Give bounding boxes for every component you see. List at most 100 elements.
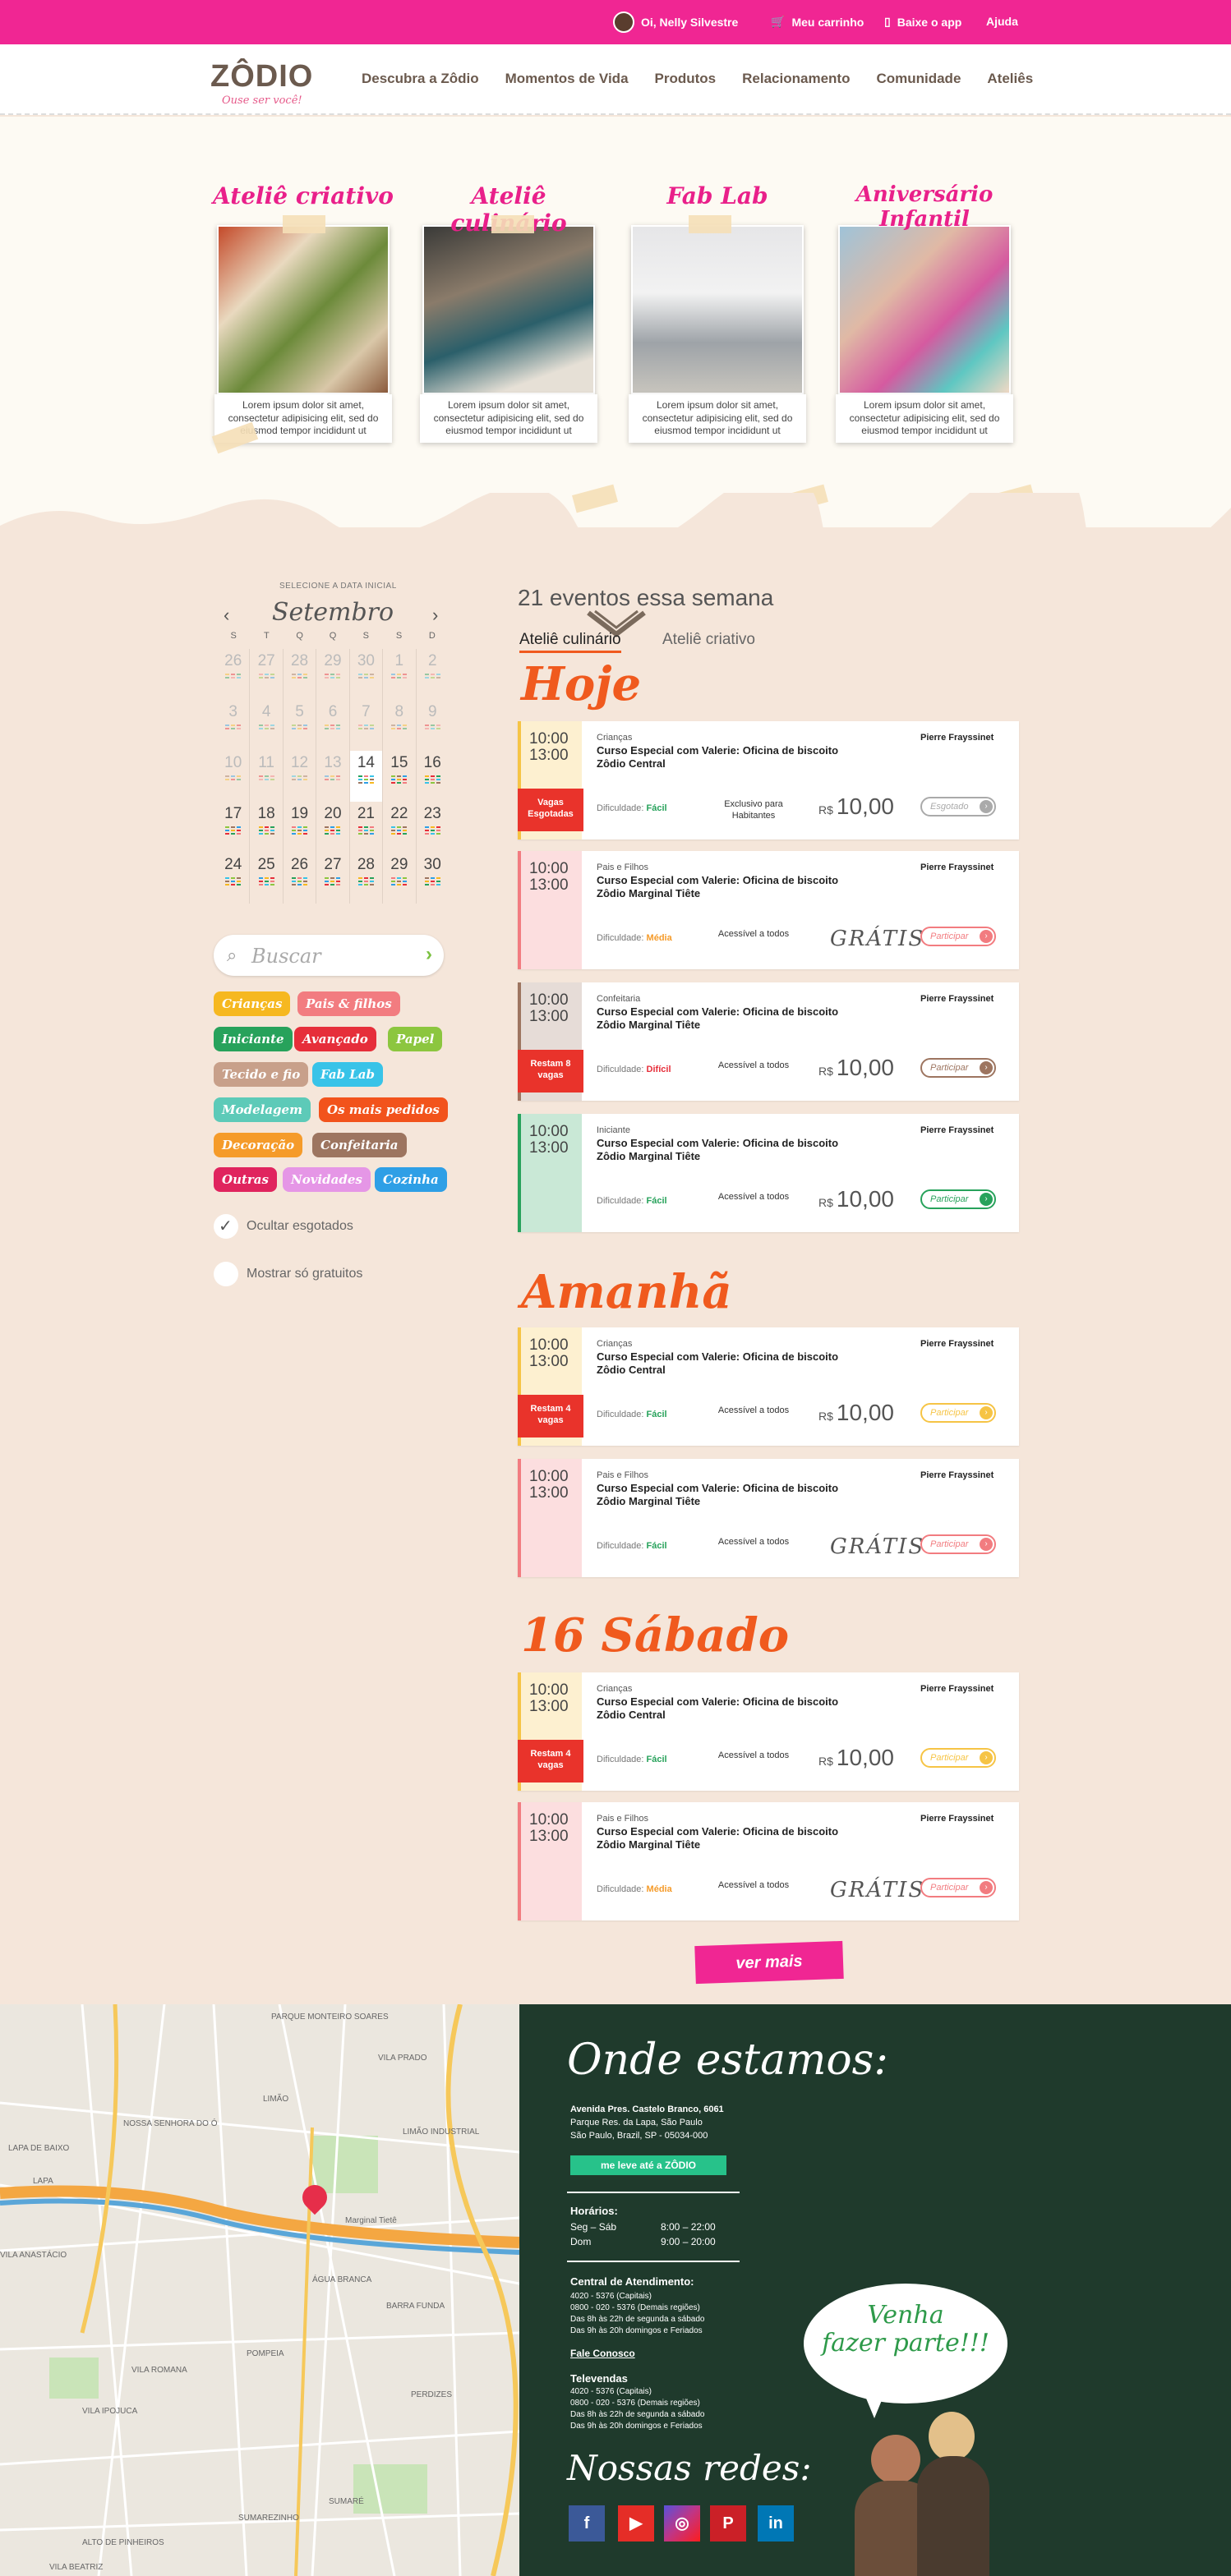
user-greeting[interactable]: Oi, Nelly Silvestre <box>613 12 738 33</box>
tag-avancado[interactable]: Avançado <box>294 1027 376 1051</box>
calendar-day[interactable]: 25 <box>250 853 284 904</box>
event-category: Iniciante <box>597 1125 630 1135</box>
logo[interactable]: ZÔDIO Ouse ser você! <box>210 59 313 107</box>
tag-pais-filhos[interactable]: Pais & filhos <box>297 991 400 1016</box>
search-box[interactable]: ⌕ Buscar › <box>214 935 444 976</box>
nav-item-relationship[interactable]: Relacionamento <box>742 71 850 87</box>
calendar-day[interactable]: 13 <box>316 751 350 802</box>
calendar-day[interactable]: 26 <box>284 853 317 904</box>
event-card[interactable]: 10:00 13:00 Restam 4 vagas Crianças Curso Es… <box>518 1672 1019 1791</box>
calendar-day[interactable]: 17 <box>217 802 251 853</box>
tag-papel[interactable]: Papel <box>388 1027 443 1051</box>
calendar-day[interactable]: 5 <box>284 700 317 751</box>
calendar-day[interactable]: 24 <box>217 853 251 904</box>
participate-button[interactable]: Participar › <box>920 1403 996 1423</box>
tag-iniciante[interactable]: Iniciante <box>214 1027 293 1051</box>
calendar-day[interactable]: 11 <box>250 751 284 802</box>
calendar-day[interactable]: 2 <box>417 649 449 700</box>
participate-button[interactable]: Participar › <box>920 1058 996 1078</box>
calendar-day[interactable]: 22 <box>383 802 417 853</box>
linkedin-icon[interactable]: in <box>758 2505 794 2542</box>
nav-item-discover[interactable]: Descubra a Zôdio <box>362 71 479 87</box>
only-free-checkbox[interactable] <box>214 1262 238 1286</box>
see-more-button[interactable]: ver mais <box>694 1940 844 1985</box>
calendar-day[interactable]: 16 <box>417 751 449 802</box>
participate-button[interactable]: Participar › <box>920 1878 996 1898</box>
tag-novidades[interactable]: Novidades <box>283 1167 371 1192</box>
calendar-day[interactable]: 7 <box>350 700 384 751</box>
nav-item-moments[interactable]: Momentos de Vida <box>505 71 629 87</box>
calendar-day[interactable]: 9 <box>417 700 449 751</box>
event-card[interactable]: 10:00 13:00 Pais e Filhos Curso Especial co… <box>518 851 1019 969</box>
directions-button[interactable]: me leve até a ZÔDIO <box>570 2155 726 2175</box>
calendar-day[interactable]: 20 <box>316 802 350 853</box>
participate-button[interactable]: Participar › <box>920 1189 996 1209</box>
calendar-day[interactable]: 30 <box>417 853 449 904</box>
calendar-day[interactable]: 8 <box>383 700 417 751</box>
contact-link[interactable]: Fale Conosco <box>570 2348 635 2359</box>
hero-card-fablab[interactable]: Fab Lab Lorem ipsum dolor sit amet, cons… <box>623 182 828 513</box>
event-card[interactable]: 10:00 13:00 Pais e Filhos Curso Especial co… <box>518 1802 1019 1920</box>
calendar-day[interactable]: 14 <box>349 751 384 802</box>
calendar-day[interactable]: 15 <box>383 751 417 802</box>
calendar-day[interactable]: 1 <box>383 649 417 700</box>
pinterest-icon[interactable]: P <box>710 2505 746 2542</box>
calendar-day[interactable]: 10 <box>217 751 251 802</box>
help-link[interactable]: Ajuda <box>986 15 1018 28</box>
event-card[interactable]: 10:00 13:00 Restam 4 vagas Crianças Curso Es… <box>518 1327 1019 1446</box>
tag-confeitaria[interactable]: Confeitaria <box>312 1133 407 1157</box>
search-input[interactable]: Buscar <box>251 945 321 968</box>
calendar-day[interactable]: 6 <box>316 700 350 751</box>
calendar-day[interactable]: 28 <box>284 649 317 700</box>
nav-item-products[interactable]: Produtos <box>655 71 717 87</box>
youtube-icon[interactable]: ▶ <box>618 2505 654 2542</box>
facebook-icon[interactable]: f <box>569 2505 605 2542</box>
calendar-day[interactable]: 3 <box>217 700 251 751</box>
calendar-day[interactable]: 27 <box>250 649 284 700</box>
location-map[interactable]: PARQUE MONTEIRO SOARES VILA PRADO LIMÃO … <box>0 2004 519 2576</box>
tag-modelagem[interactable]: Modelagem <box>214 1097 311 1122</box>
tab-atelie-culinario[interactable]: Ateliê culinário <box>519 631 621 653</box>
instagram-icon[interactable]: ◎ <box>664 2505 700 2542</box>
event-card[interactable]: 10:00 13:00 Vagas Esgotadas Crianças Curso E… <box>518 721 1019 840</box>
event-card[interactable]: 10:00 13:00 Iniciante Curso Especial com Va… <box>518 1114 1019 1232</box>
event-card[interactable]: 10:00 13:00 Pais e Filhos Curso Especial co… <box>518 1459 1019 1577</box>
tag-mais-pedidos[interactable]: Os mais pedidos <box>319 1097 448 1122</box>
hero-card-birthday[interactable]: Aniversário Infantil Lorem ipsum dolor s… <box>830 182 1035 513</box>
next-month-button[interactable]: › <box>432 605 438 626</box>
event-time: 10:00 13:00 <box>529 731 569 764</box>
calendar-day[interactable]: 30 <box>350 649 384 700</box>
event-price: GRÁTIS <box>830 1878 925 1902</box>
calendar-day[interactable]: 29 <box>383 853 417 904</box>
event-card[interactable]: 10:00 13:00 Restam 8 vagas Confeitaria Curso… <box>518 982 1019 1101</box>
calendar-day[interactable]: 29 <box>316 649 350 700</box>
nav-item-ateliers[interactable]: Ateliês <box>987 71 1033 87</box>
participate-button[interactable]: Participar › <box>920 1748 996 1768</box>
tab-atelie-criativo[interactable]: Ateliê criativo <box>662 631 755 649</box>
tag-decoracao[interactable]: Decoração <box>214 1133 303 1157</box>
nav-item-community[interactable]: Comunidade <box>876 71 961 87</box>
tag-fab-lab[interactable]: Fab Lab <box>312 1062 384 1087</box>
hide-soldout-checkbox[interactable]: ✓ <box>214 1214 238 1239</box>
tag-outras[interactable]: Outras <box>214 1167 277 1192</box>
participate-button[interactable]: Esgotado › <box>920 797 996 816</box>
calendar-day[interactable]: 19 <box>284 802 317 853</box>
calendar-day[interactable]: 28 <box>350 853 384 904</box>
calendar-day[interactable]: 27 <box>316 853 350 904</box>
tag-cozinha[interactable]: Cozinha <box>375 1167 447 1192</box>
calendar-day[interactable]: 4 <box>250 700 284 751</box>
participate-button[interactable]: Participar › <box>920 927 996 946</box>
calendar-day[interactable]: 21 <box>350 802 384 853</box>
calendar-day[interactable]: 26 <box>217 649 251 700</box>
chevron-right-icon[interactable]: › <box>426 943 432 966</box>
calendar-day[interactable]: 23 <box>417 802 449 853</box>
hero-card-culinary[interactable]: Ateliê culinário Lorem ipsum dolor sit a… <box>414 182 618 513</box>
tag-criancas[interactable]: Crianças <box>214 991 291 1016</box>
participate-button[interactable]: Participar › <box>920 1534 996 1554</box>
cart-link[interactable]: 🛒 Meu carrinho <box>771 15 864 29</box>
hero-card-creative[interactable]: Ateliê criativo Lorem ipsum dolor sit am… <box>209 182 398 454</box>
tag-tecido-fio[interactable]: Tecido e fio <box>214 1062 309 1087</box>
calendar-day[interactable]: 18 <box>250 802 284 853</box>
app-link[interactable]: ▯ Baixe o app <box>884 15 961 29</box>
calendar-day[interactable]: 12 <box>284 751 317 802</box>
